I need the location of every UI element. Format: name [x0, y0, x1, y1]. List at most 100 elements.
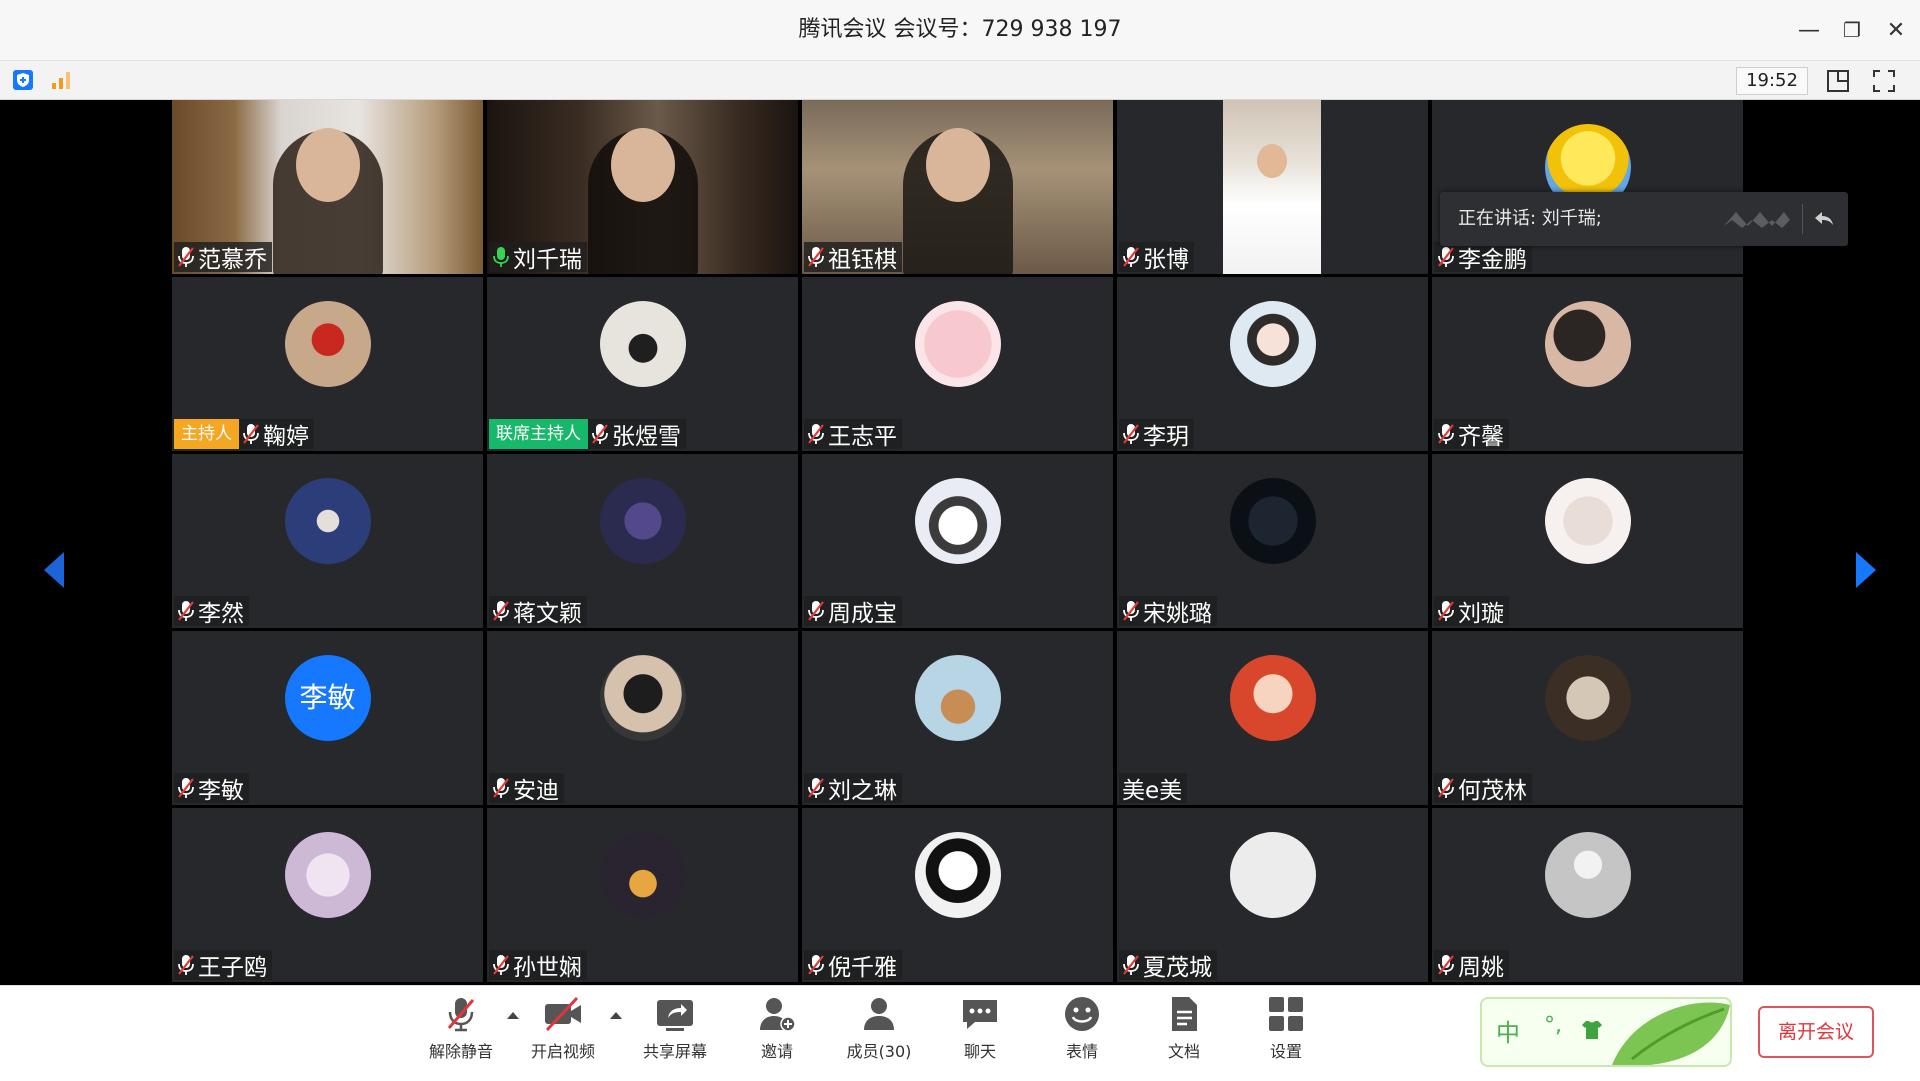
participant-name: 周姚 [1458, 955, 1504, 981]
previous-page-arrow-icon[interactable] [40, 550, 66, 590]
participant-tile[interactable]: 范慕乔 [172, 100, 483, 274]
nameplate: 蒋文颖 [489, 596, 587, 627]
invite-user-icon [760, 998, 796, 1032]
participant-tile[interactable]: 蒋文颖 [487, 454, 798, 628]
leave-meeting-button[interactable]: 离开会议 [1758, 1006, 1874, 1058]
nameplate: 王子鸥 [174, 950, 272, 981]
mic-muted-icon [1438, 247, 1454, 267]
close-button[interactable]: ✕ [1880, 14, 1912, 46]
unmute-button[interactable]: 解除静音 [416, 994, 506, 1074]
collapse-arrow-icon[interactable] [1812, 207, 1836, 231]
participant-name-box: 王子鸥 [174, 950, 272, 981]
emoji-icon [1065, 997, 1099, 1031]
participant-tile[interactable]: 刘璇 [1432, 454, 1743, 628]
mic-muted-icon [1123, 424, 1139, 444]
leaf-decoration-icon [1612, 1002, 1730, 1065]
participant-tile[interactable]: 张博 [1117, 100, 1428, 274]
ime-punctuation[interactable]: °, [1544, 1013, 1562, 1038]
participant-tile[interactable]: 周成宝 [802, 454, 1113, 628]
start-video-button[interactable]: 开启视频 [518, 994, 608, 1074]
participant-tile[interactable]: 倪千雅 [802, 808, 1113, 982]
docs-button[interactable]: 文档 [1139, 994, 1229, 1074]
participant-tile[interactable]: 李然 [172, 454, 483, 628]
host-badge: 主持人 [174, 419, 239, 449]
participant-name: 夏茂城 [1143, 955, 1212, 981]
participant-name-box: 鞠婷 [239, 419, 314, 450]
participant-name: 范慕乔 [198, 247, 267, 273]
participant-name-box: 王志平 [804, 419, 902, 450]
docs-label: 文档 [1167, 1042, 1200, 1061]
share-screen-icon [657, 1000, 693, 1031]
members-button[interactable]: 成员(30) [834, 994, 924, 1074]
participant-name: 李玥 [1143, 424, 1189, 450]
ime-language[interactable]: 中 [1496, 1013, 1520, 1048]
participant-name: 王志平 [828, 424, 897, 450]
participant-name: 刘千瑞 [513, 247, 582, 273]
avatar [1544, 478, 1631, 564]
layout-icon[interactable] [1824, 67, 1852, 95]
maximize-button[interactable]: ❐ [1836, 14, 1868, 46]
input-method-bar[interactable]: 中 °, [1480, 997, 1732, 1067]
reactions-button[interactable]: 表情 [1037, 994, 1127, 1074]
participant-name: 倪千雅 [828, 955, 897, 981]
participant-tile[interactable]: 夏茂城 [1117, 808, 1428, 982]
participant-tile[interactable]: 主持人 鞠婷 [172, 277, 483, 451]
participant-tile[interactable]: 孙世娴 [487, 808, 798, 982]
participant-tile[interactable]: 李玥 [1117, 277, 1428, 451]
chat-button[interactable]: 聊天 [935, 994, 1025, 1074]
avatar [914, 478, 1001, 564]
participant-name: 孙世娴 [513, 955, 582, 981]
muted-mic-icon [447, 998, 475, 1032]
nameplate: 王志平 [804, 419, 902, 450]
participant-name-box: 李敏 [174, 773, 249, 804]
start-video-label: 开启视频 [530, 1042, 595, 1061]
meeting-clock: 19:52 [1736, 67, 1808, 95]
participant-tile[interactable]: 李金鹏 [1432, 100, 1743, 274]
minimize-button[interactable]: — [1793, 14, 1825, 46]
speaking-indicator: 正在讲话: 刘千瑞; [1440, 192, 1848, 246]
participant-name-box: 李玥 [1119, 419, 1194, 450]
chat-label: 聊天 [963, 1042, 996, 1061]
participant-tile[interactable]: 美e美 [1117, 631, 1428, 805]
mic-muted-icon [493, 778, 509, 798]
participant-name: 刘之琳 [828, 778, 897, 804]
avatar [914, 301, 1001, 387]
participant-tile[interactable]: 祖钰棋 [802, 100, 1113, 274]
mic-muted-icon [808, 601, 824, 621]
ime-skin-icon[interactable] [1580, 1019, 1604, 1041]
cohost-badge: 联席主持人 [489, 419, 588, 449]
participant-name-box: 齐馨 [1434, 419, 1509, 450]
participant-tile[interactable]: 刘之琳 [802, 631, 1113, 805]
participant-name-box: 张煜雪 [588, 419, 686, 450]
invite-button[interactable]: 邀请 [732, 994, 822, 1074]
network-signal-icon[interactable] [50, 69, 72, 91]
video-options-caret-icon[interactable] [608, 1008, 624, 1022]
participant-tile[interactable]: 何茂林 [1432, 631, 1743, 805]
participant-name: 宋姚璐 [1143, 601, 1212, 627]
mic-muted-icon [243, 424, 259, 444]
members-icon [864, 998, 894, 1030]
avatar [284, 301, 371, 387]
participant-tile[interactable]: 王志平 [802, 277, 1113, 451]
mic-muted-icon [1438, 955, 1454, 975]
participant-tile[interactable]: 宋姚璐 [1117, 454, 1428, 628]
participant-name-box: 张博 [1119, 242, 1194, 273]
fullscreen-icon[interactable] [1870, 67, 1898, 95]
participant-tile[interactable]: 联席主持人 张煜雪 [487, 277, 798, 451]
participant-tile[interactable]: 周姚 [1432, 808, 1743, 982]
mic-muted-icon [808, 778, 824, 798]
next-page-arrow-icon[interactable] [1854, 550, 1880, 590]
avatar-initials: 李敏 [284, 655, 371, 741]
participant-name-box: 刘之琳 [804, 773, 902, 804]
participant-tile[interactable]: 安迪 [487, 631, 798, 805]
participant-name-box: 宋姚璐 [1119, 596, 1217, 627]
security-shield-icon[interactable] [12, 69, 34, 91]
share-screen-button[interactable]: 共享屏幕 [630, 994, 720, 1074]
participant-tile[interactable]: 刘千瑞 [487, 100, 798, 274]
participant-video-figure [1257, 144, 1287, 178]
participant-tile[interactable]: 齐馨 [1432, 277, 1743, 451]
settings-button[interactable]: 设置 [1241, 994, 1331, 1074]
participant-tile[interactable]: 王子鸥 [172, 808, 483, 982]
participant-tile[interactable]: 李敏 李敏 [172, 631, 483, 805]
participant-name-box: 刘璇 [1434, 596, 1509, 627]
